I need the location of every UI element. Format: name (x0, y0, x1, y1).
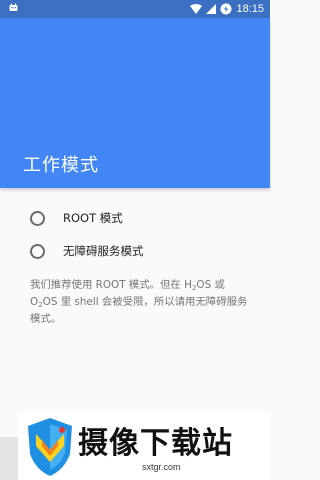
app-bar: 工作模式 (0, 18, 270, 188)
watermark-url: sxtgr.com (142, 462, 181, 472)
option-label: ROOT 模式 (63, 211, 123, 225)
watermark-strip (0, 437, 18, 480)
radio-button[interactable] (30, 210, 45, 226)
wifi-icon (190, 4, 203, 14)
option-root-mode[interactable]: ROOT 模式 (30, 207, 250, 229)
option-label: 无障碍服务模式 (63, 244, 144, 258)
status-icons: 18:15 (190, 3, 264, 15)
radio-button[interactable] (30, 243, 45, 259)
status-bar: 18:15 (0, 0, 270, 18)
watermark-text: 摄像下载站 (78, 426, 233, 461)
description-text: OS 里 shell 会被受限，所以请用无障碍服务模式。 (30, 296, 248, 325)
description-text: 我们推荐使用 ROOT 模式。但在 H (30, 279, 192, 291)
mode-description: 我们推荐使用 ROOT 模式。但在 H2OS 或 O2OS 里 shell 会被… (30, 278, 252, 326)
watermark-logo-icon (24, 416, 76, 480)
page-title: 工作模式 (23, 155, 99, 176)
option-accessibility-mode[interactable]: 无障碍服务模式 (30, 240, 250, 262)
watermark: 摄像下载站 sxtgr.com (18, 412, 270, 480)
battery-charging-icon (220, 3, 232, 15)
android-notification-icon (8, 2, 19, 16)
status-time: 18:15 (236, 3, 264, 15)
cell-signal-icon (206, 4, 217, 14)
